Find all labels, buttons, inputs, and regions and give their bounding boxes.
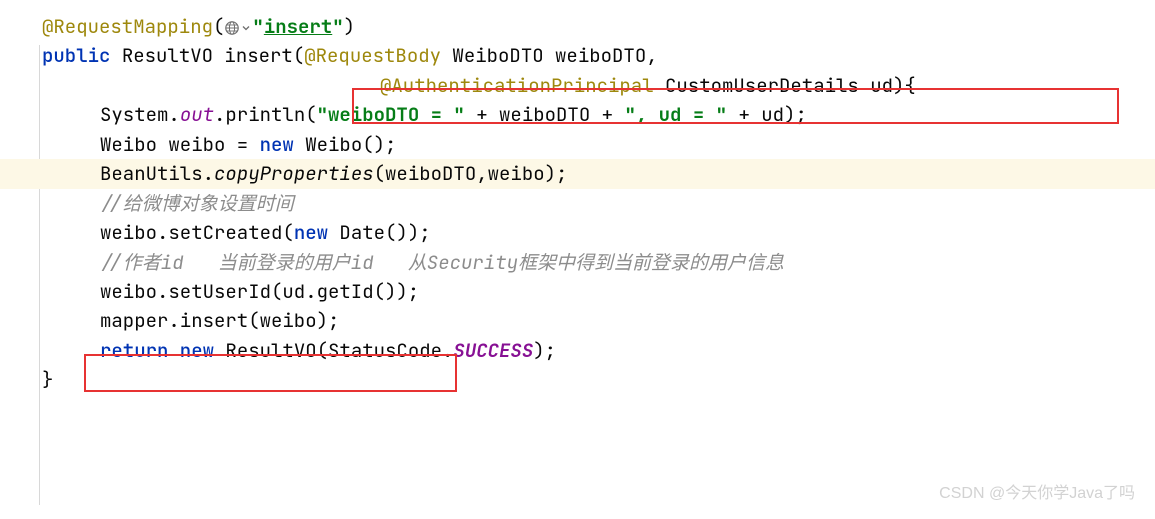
- code-text: + weiboDTO +: [465, 102, 625, 127]
- code-line-11: mapper.insert(weibo);: [0, 306, 1155, 335]
- code-text: weibo.setUserId(ud.getId());: [100, 279, 419, 304]
- code-line-3: @AuthenticationPrincipal CustomUserDetai…: [0, 71, 1155, 100]
- code-line-2: public ResultVO insert(@RequestBody Weib…: [0, 41, 1155, 70]
- string-quote: ": [332, 14, 343, 39]
- comment: //作者id 当前登录的用户id 从Security框架中得到当前登录的用户信息: [100, 250, 784, 275]
- keyword: new: [294, 220, 328, 245]
- annotation: @RequestBody: [304, 43, 441, 68]
- keyword: return new: [100, 338, 214, 363]
- code-line-9: //作者id 当前登录的用户id 从Security框架中得到当前登录的用户信息: [0, 248, 1155, 277]
- code-text: mapper.insert(weibo);: [100, 308, 339, 333]
- code-line-7: //给微博对象设置时间: [0, 189, 1155, 218]
- keyword: new: [260, 132, 294, 157]
- code-line-8: weibo.setCreated(new Date());: [0, 218, 1155, 247]
- annotation: @AuthenticationPrincipal: [380, 73, 654, 98]
- code-text: BeanUtils.: [100, 161, 214, 186]
- code-text: weibo.setCreated(: [100, 220, 294, 245]
- string: "weiboDTO = ": [317, 102, 465, 127]
- code-text: Date());: [328, 220, 431, 245]
- code-text: + ud);: [727, 102, 807, 127]
- code-text: CustomUserDetails ud){: [654, 73, 916, 98]
- static-method: copyProperties: [214, 161, 374, 186]
- field: out: [180, 102, 214, 127]
- code-line-6: BeanUtils.copyProperties(weiboDTO,weibo)…: [0, 159, 1155, 188]
- code-line-4: System.out.println("weiboDTO = " + weibo…: [0, 100, 1155, 129]
- paren: ): [344, 14, 355, 39]
- code-text: .println(: [214, 102, 317, 127]
- code-line-1: @RequestMapping( "insert"): [0, 12, 1155, 41]
- code-line-5: Weibo weibo = new Weibo();: [0, 130, 1155, 159]
- code-text: ResultVO insert(: [122, 43, 304, 68]
- code-line-12: return new ResultVO(StatusCode.SUCCESS);: [0, 336, 1155, 365]
- code-line-10: weibo.setUserId(ud.getId());: [0, 277, 1155, 306]
- annotation: @RequestMapping: [42, 14, 213, 39]
- keyword: public: [42, 43, 110, 68]
- code-text: System.: [100, 102, 180, 127]
- paren: (: [213, 14, 224, 39]
- comment: //给微博对象设置时间: [100, 191, 294, 216]
- code-text: ResultVO(StatusCode.: [214, 338, 453, 363]
- code-text: }: [42, 367, 53, 392]
- code-text: );: [533, 338, 556, 363]
- watermark: CSDN @今天你学Java了吗: [939, 482, 1135, 507]
- code-text: (weiboDTO,weibo);: [374, 161, 568, 186]
- string-value: insert: [264, 14, 332, 39]
- chevron-down-icon: [242, 24, 250, 32]
- code-text: Weibo();: [294, 132, 397, 157]
- string-quote: ": [252, 14, 263, 39]
- string: ", ud = ": [624, 102, 727, 127]
- code-text: Weibo weibo =: [100, 132, 260, 157]
- code-line-13: }: [0, 365, 1155, 394]
- code-text: WeiboDTO weiboDTO,: [441, 43, 658, 68]
- enum-value: SUCCESS: [453, 338, 533, 363]
- globe-icon[interactable]: [224, 20, 250, 36]
